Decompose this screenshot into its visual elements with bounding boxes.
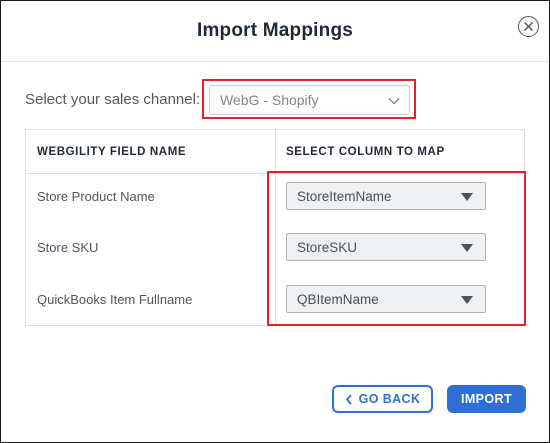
close-button[interactable] [518, 16, 539, 37]
header-select-column-to-map: SELECT COLUMN TO MAP [286, 146, 445, 158]
column-select-store-product-name[interactable]: StoreItemName [286, 182, 486, 210]
column-select-quickbooks-item-fullname[interactable]: QBItemName [286, 285, 486, 313]
go-back-label: GO BACK [358, 392, 421, 406]
field-store-sku: Store SKU [37, 240, 99, 255]
column-select-value: StoreItemName [297, 188, 392, 204]
caret-down-icon [461, 193, 473, 201]
field-store-product-name: Store Product Name [37, 189, 155, 204]
import-mappings-dialog: Import Mappings Select your sales channe… [0, 0, 550, 443]
sales-channel-select[interactable]: WebG - Shopify [209, 85, 410, 115]
go-back-button[interactable]: GO BACK [332, 385, 433, 413]
import-label: IMPORT [460, 392, 512, 406]
dialog-title: Import Mappings [196, 20, 354, 41]
field-quickbooks-item-fullname: QuickBooks Item Fullname [37, 292, 193, 307]
sales-channel-label: Select your sales channel: [25, 91, 201, 108]
column-select-value: QBItemName [297, 291, 379, 307]
caret-down-icon [461, 296, 473, 304]
chevron-down-icon [388, 98, 400, 105]
circle-x-icon [523, 21, 534, 32]
dialog-header: Import Mappings [1, 1, 549, 62]
caret-down-icon [461, 244, 473, 252]
import-button[interactable]: IMPORT [447, 385, 526, 413]
sales-channel-value: WebG - Shopify [220, 92, 319, 108]
header-webgility-field-name: WEBGILITY FIELD NAME [37, 146, 187, 158]
column-select-value: StoreSKU [297, 239, 358, 255]
chevron-left-icon [345, 393, 352, 405]
column-select-store-sku[interactable]: StoreSKU [286, 233, 486, 261]
